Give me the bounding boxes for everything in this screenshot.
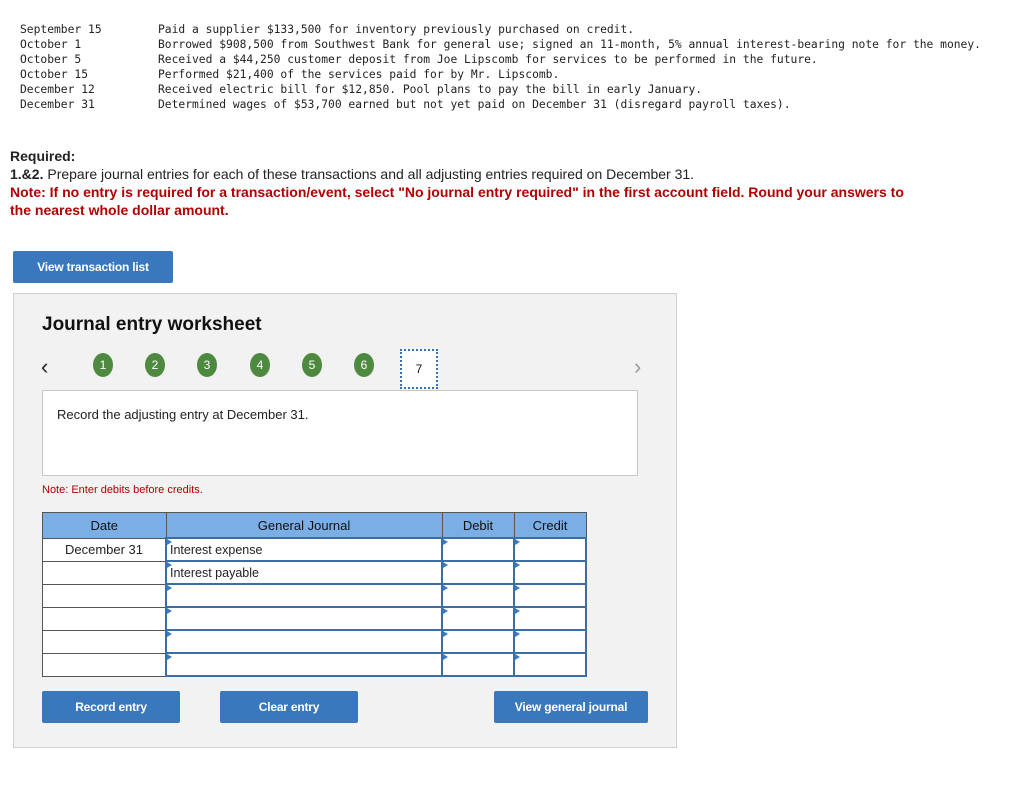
input-marker-icon: [515, 631, 520, 637]
input-marker-icon: [515, 539, 520, 545]
step-5[interactable]: 5: [302, 353, 322, 377]
transaction-date: October 15: [20, 68, 89, 81]
account-input[interactable]: [165, 652, 443, 677]
credit-input[interactable]: [513, 583, 587, 608]
step-2[interactable]: 2: [145, 353, 165, 377]
debit-input[interactable]: [441, 560, 515, 585]
transaction-row: October 5 Received a $44,250 customer dep…: [20, 52, 988, 67]
transaction-desc: Received electric bill for $12,850. Pool…: [158, 83, 703, 96]
debit-input[interactable]: [441, 652, 515, 677]
transaction-row: December 12 Received electric bill for $1…: [20, 82, 988, 97]
input-marker-icon: [515, 585, 520, 591]
required-heading: Required:: [10, 148, 76, 164]
part-label: 1.&2.: [10, 166, 44, 182]
account-input[interactable]: [165, 629, 443, 654]
debit-input[interactable]: [441, 583, 515, 608]
debit-input[interactable]: [441, 537, 515, 562]
dropdown-marker-icon: [167, 539, 172, 545]
journal-entry-worksheet: Journal entry worksheet ‹ 1 2 3 4 5 6 7 …: [13, 293, 677, 748]
record-entry-button[interactable]: Record entry: [42, 691, 180, 723]
part-text: Prepare journal entries for each of thes…: [43, 166, 695, 182]
transaction-row: October 15 Performed $21,400 of the servi…: [20, 67, 988, 82]
input-marker-icon: [443, 539, 448, 545]
table-row: December 31 Interest expense: [42, 537, 587, 562]
credit-input[interactable]: [513, 560, 587, 585]
input-marker-icon: [515, 562, 520, 568]
date-cell: [42, 606, 167, 631]
transaction-date: October 5: [20, 53, 82, 66]
view-transaction-list-button[interactable]: View transaction list: [13, 251, 173, 283]
debits-note: Note: Enter debits before credits.: [42, 484, 203, 496]
required-part: 1.&2. Prepare journal entries for each o…: [10, 165, 910, 183]
col-general-journal: General Journal: [165, 512, 443, 539]
transaction-date: December 31: [20, 98, 95, 111]
input-marker-icon: [515, 654, 520, 660]
credit-input[interactable]: [513, 606, 587, 631]
debit-input[interactable]: [441, 606, 515, 631]
input-marker-icon: [443, 608, 448, 614]
date-cell: [42, 652, 167, 677]
dropdown-marker-icon: [167, 631, 172, 637]
table-header: Date General Journal Debit Credit: [42, 512, 587, 539]
table-row: [42, 629, 587, 654]
transaction-desc: Determined wages of $53,700 earned but n…: [158, 98, 791, 111]
col-credit: Credit: [513, 512, 587, 539]
dropdown-marker-icon: [167, 585, 172, 591]
transaction-desc: Performed $21,400 of the services paid f…: [158, 68, 560, 81]
view-general-journal-button[interactable]: View general journal: [494, 691, 648, 723]
transaction-row: December 31 Determined wages of $53,700 e…: [20, 97, 988, 112]
step-7-current[interactable]: 7: [400, 349, 438, 389]
input-marker-icon: [443, 631, 448, 637]
account-input[interactable]: Interest payable: [165, 560, 443, 585]
step-3[interactable]: 3: [197, 353, 217, 377]
col-debit: Debit: [441, 512, 515, 539]
step-1[interactable]: 1: [93, 353, 113, 377]
transaction-row: September 15 Paid a supplier $133,500 for…: [20, 22, 988, 37]
input-marker-icon: [443, 585, 448, 591]
step-6[interactable]: 6: [354, 353, 374, 377]
transaction-date: December 12: [20, 83, 95, 96]
date-cell: [42, 629, 167, 654]
date-cell: [42, 583, 167, 608]
instruction-box: Record the adjusting entry at December 3…: [42, 390, 638, 476]
transaction-desc: Borrowed $908,500 from Southwest Bank fo…: [158, 38, 981, 51]
account-input[interactable]: [165, 583, 443, 608]
required-section: Required: 1.&2. Prepare journal entries …: [10, 147, 910, 219]
credit-input[interactable]: [513, 537, 587, 562]
worksheet-title: Journal entry worksheet: [42, 314, 262, 335]
dropdown-marker-icon: [167, 654, 172, 660]
input-marker-icon: [515, 608, 520, 614]
date-cell: December 31: [42, 537, 167, 562]
table-row: Interest payable: [42, 560, 587, 585]
chevron-left-icon[interactable]: ‹: [41, 354, 48, 380]
transaction-row: October 1 Borrowed $908,500 from Southwes…: [20, 37, 988, 52]
dropdown-marker-icon: [167, 562, 172, 568]
table-row: [42, 606, 587, 631]
date-cell: [42, 560, 167, 585]
table-row: [42, 583, 587, 608]
transaction-date: October 1: [20, 38, 82, 51]
table-row: [42, 652, 587, 677]
transaction-date: September 15: [20, 23, 102, 36]
debit-input[interactable]: [441, 629, 515, 654]
account-input[interactable]: [165, 606, 443, 631]
credit-input[interactable]: [513, 629, 587, 654]
step-4[interactable]: 4: [250, 353, 270, 377]
dropdown-marker-icon: [167, 608, 172, 614]
instruction-text: Record the adjusting entry at December 3…: [57, 407, 309, 422]
clear-entry-button[interactable]: Clear entry: [220, 691, 358, 723]
input-marker-icon: [443, 562, 448, 568]
transaction-list: September 15 Paid a supplier $133,500 for…: [20, 22, 988, 112]
account-input[interactable]: Interest expense: [165, 537, 443, 562]
chevron-right-icon[interactable]: ›: [634, 354, 641, 380]
transaction-desc: Paid a supplier $133,500 for inventory p…: [158, 23, 635, 36]
input-marker-icon: [443, 654, 448, 660]
required-note: Note: If no entry is required for a tran…: [10, 184, 904, 218]
credit-input[interactable]: [513, 652, 587, 677]
journal-table: Date General Journal Debit Credit Decemb…: [42, 512, 587, 677]
col-date: Date: [42, 512, 167, 539]
transaction-desc: Received a $44,250 customer deposit from…: [158, 53, 818, 66]
